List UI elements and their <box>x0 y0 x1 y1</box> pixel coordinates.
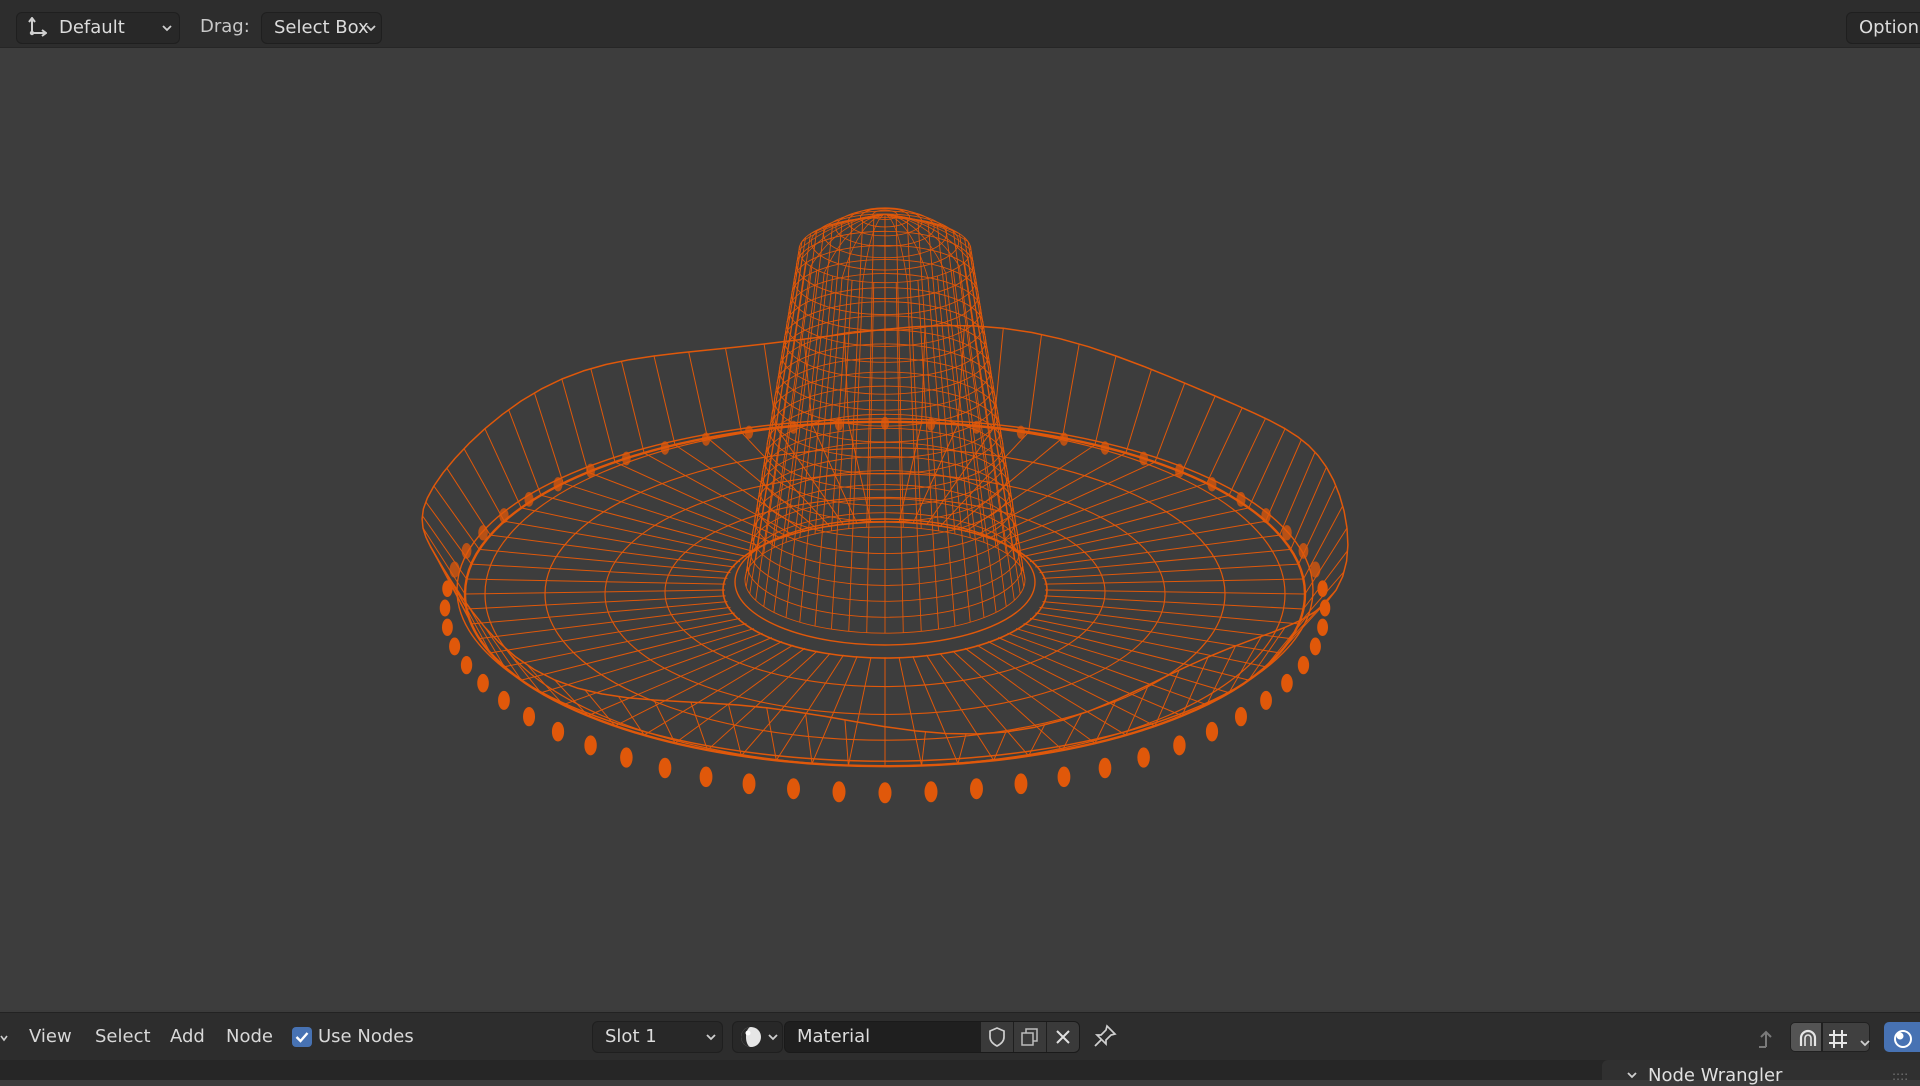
mode-dropdown[interactable]: Default <box>16 12 180 44</box>
use-nodes-checkbox[interactable] <box>292 1027 312 1047</box>
chevron-down-icon <box>1626 1066 1638 1085</box>
material-browse-button[interactable] <box>732 1021 783 1053</box>
duplicate-icon <box>1021 1028 1038 1046</box>
checkmark-icon <box>295 1032 309 1043</box>
menu-select[interactable]: Select <box>95 1026 151 1048</box>
parent-node-tree-button[interactable] <box>1748 1022 1780 1052</box>
material-name-value: Material <box>797 1026 871 1047</box>
editor-type-chevron-icon[interactable] <box>0 1030 8 1049</box>
duplicate-button[interactable] <box>1014 1022 1046 1052</box>
pin-button[interactable] <box>1092 1023 1120 1051</box>
sombrero-wireframe <box>421 207 1349 804</box>
chevron-down-icon <box>161 22 173 34</box>
unlink-button[interactable] <box>1047 1022 1079 1052</box>
transform-orientation-icon <box>25 16 48 39</box>
drag-label: Drag: <box>200 16 250 37</box>
slot-dropdown-value: Slot 1 <box>605 1026 657 1047</box>
top-header: Default Drag: Select Box Options <box>0 0 1920 48</box>
menu-add[interactable]: Add <box>170 1026 205 1048</box>
options-button[interactable]: Options <box>1846 12 1920 44</box>
bottom-header: View Select Add Node Use Nodes Slot 1 Ma… <box>0 1012 1920 1061</box>
chevron-down-icon <box>767 1031 779 1043</box>
chevron-down-icon <box>705 1031 717 1043</box>
use-nodes-label[interactable]: Use Nodes <box>318 1026 414 1048</box>
node-wrangler-label: Node Wrangler <box>1648 1065 1783 1086</box>
drag-dropdown-value: Select Box <box>274 17 369 38</box>
snap-magnet-icon <box>1799 1029 1817 1046</box>
chevron-down-icon <box>1853 1032 1870 1047</box>
snap-element-dropdown[interactable] <box>1822 1022 1870 1052</box>
slot-dropdown[interactable]: Slot 1 <box>592 1021 723 1053</box>
overlay-icon <box>1894 1030 1912 1048</box>
snap-grid-icon <box>1829 1030 1847 1048</box>
node-wrangler-panel-header[interactable]: Node Wrangler :::: <box>1602 1060 1920 1086</box>
material-sphere-icon <box>740 1026 762 1058</box>
menu-view[interactable]: View <box>29 1026 72 1048</box>
drag-handle-icon: :::: <box>1892 1069 1909 1083</box>
node-editor-viewport[interactable] <box>0 48 1920 1010</box>
drag-dropdown[interactable]: Select Box <box>261 12 382 44</box>
snap-toggle-button[interactable] <box>1790 1022 1822 1052</box>
overlay-toggle-button[interactable] <box>1884 1022 1920 1052</box>
material-name-field[interactable]: Material <box>784 1021 1080 1053</box>
options-label: Options <box>1859 17 1920 38</box>
chevron-down-icon <box>365 22 377 34</box>
pin-icon <box>1094 1024 1117 1047</box>
parent-arrow-icon <box>1759 1030 1772 1048</box>
close-icon <box>1056 1030 1070 1044</box>
mode-dropdown-value: Default <box>59 17 125 38</box>
menu-node[interactable]: Node <box>226 1026 273 1048</box>
shield-icon <box>989 1027 1005 1047</box>
fake-user-button[interactable] <box>981 1022 1013 1052</box>
